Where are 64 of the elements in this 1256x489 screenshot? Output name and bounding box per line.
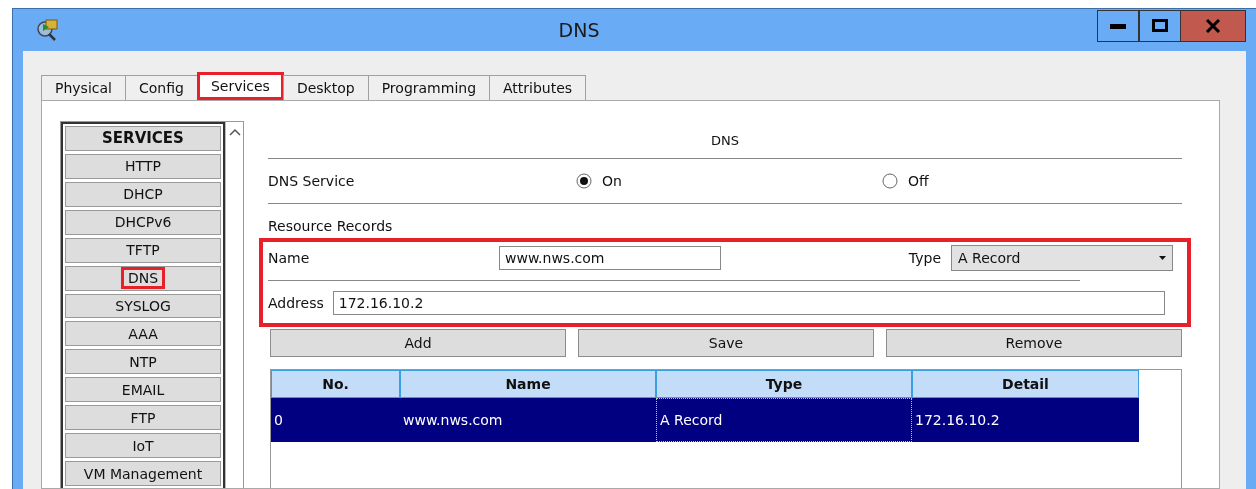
- service-label: IoT: [131, 437, 155, 454]
- dns-service-label: DNS Service: [268, 173, 356, 189]
- name-field[interactable]: www.nws.com: [499, 246, 721, 270]
- table-row[interactable]: 0 www.nws.com A Record 172.16.10.2: [271, 398, 1139, 442]
- tab[interactable]: Desktop: [282, 75, 369, 100]
- action-button[interactable]: Add: [270, 329, 566, 357]
- type-dropdown[interactable]: A Record: [951, 245, 1173, 271]
- column-header[interactable]: Type: [656, 370, 912, 398]
- radio-button[interactable]: [882, 173, 898, 189]
- address-label: Address: [268, 295, 324, 311]
- resource-records-label: Resource Records: [268, 218, 393, 234]
- tab[interactable]: Physical: [41, 75, 126, 100]
- service-label: FTP: [129, 409, 157, 426]
- name-label: Name: [268, 250, 311, 266]
- service-label: DHCP: [122, 186, 164, 203]
- service-item[interactable]: EMAIL: [65, 377, 221, 403]
- tab[interactable]: Services: [196, 72, 284, 100]
- type-label: Type: [908, 250, 941, 266]
- column-header[interactable]: Detail: [912, 370, 1139, 398]
- action-button[interactable]: Remove: [886, 329, 1182, 357]
- service-label: VM Management: [82, 465, 204, 482]
- service-item[interactable]: IoT: [65, 433, 221, 459]
- service-label: EMAIL: [120, 381, 166, 398]
- service-label: TFTP: [125, 242, 161, 259]
- service-label: SYSLOG: [114, 298, 172, 314]
- scroll-up-icon[interactable]: [228, 128, 241, 136]
- service-label: DHCPv6: [113, 214, 173, 231]
- column-header[interactable]: No.: [271, 370, 400, 398]
- service-item[interactable]: TFTP: [65, 237, 221, 263]
- service-label: AAA: [127, 325, 159, 342]
- service-item[interactable]: SYSLOG: [65, 293, 221, 319]
- table-cell-text: 172.16.10.2: [914, 411, 1001, 430]
- services-heading: SERVICES: [65, 126, 221, 151]
- service-label: DNS: [123, 270, 163, 287]
- table-cell: A Record: [656, 398, 912, 442]
- minimize-icon: [1110, 23, 1126, 29]
- radio-label: On: [602, 173, 622, 189]
- tab[interactable]: Attributes: [489, 75, 587, 100]
- service-label: NTP: [128, 353, 158, 370]
- maximize-button[interactable]: [1139, 10, 1181, 42]
- close-button[interactable]: [1181, 10, 1246, 42]
- column-header[interactable]: Name: [400, 370, 656, 398]
- minimize-button[interactable]: [1097, 10, 1139, 42]
- service-item[interactable]: VM Management: [65, 461, 221, 486]
- service-item[interactable]: HTTP: [65, 153, 221, 179]
- service-item[interactable]: DNS: [65, 265, 221, 291]
- service-item[interactable]: AAA: [65, 321, 221, 347]
- dropdown-arrow-icon: [1159, 256, 1166, 260]
- section-heading: DNS: [268, 127, 1182, 159]
- service-item[interactable]: FTP: [65, 405, 221, 431]
- radio-label: Off: [908, 173, 929, 189]
- globe-search-icon: [35, 17, 61, 43]
- radio-button[interactable]: [576, 173, 592, 189]
- service-item[interactable]: NTP: [65, 349, 221, 375]
- address-field[interactable]: 172.16.10.2: [332, 291, 1165, 315]
- window-title: DNS: [557, 19, 601, 41]
- service-item[interactable]: DHCP: [65, 181, 221, 207]
- service-item[interactable]: DHCPv6: [65, 209, 221, 235]
- table-cell-text: www.nws.com: [402, 411, 504, 430]
- table-cell-text: 0: [273, 411, 284, 430]
- close-icon: [1205, 19, 1221, 33]
- service-label: HTTP: [124, 158, 162, 175]
- action-button[interactable]: Save: [578, 329, 874, 357]
- maximize-icon: [1152, 19, 1168, 33]
